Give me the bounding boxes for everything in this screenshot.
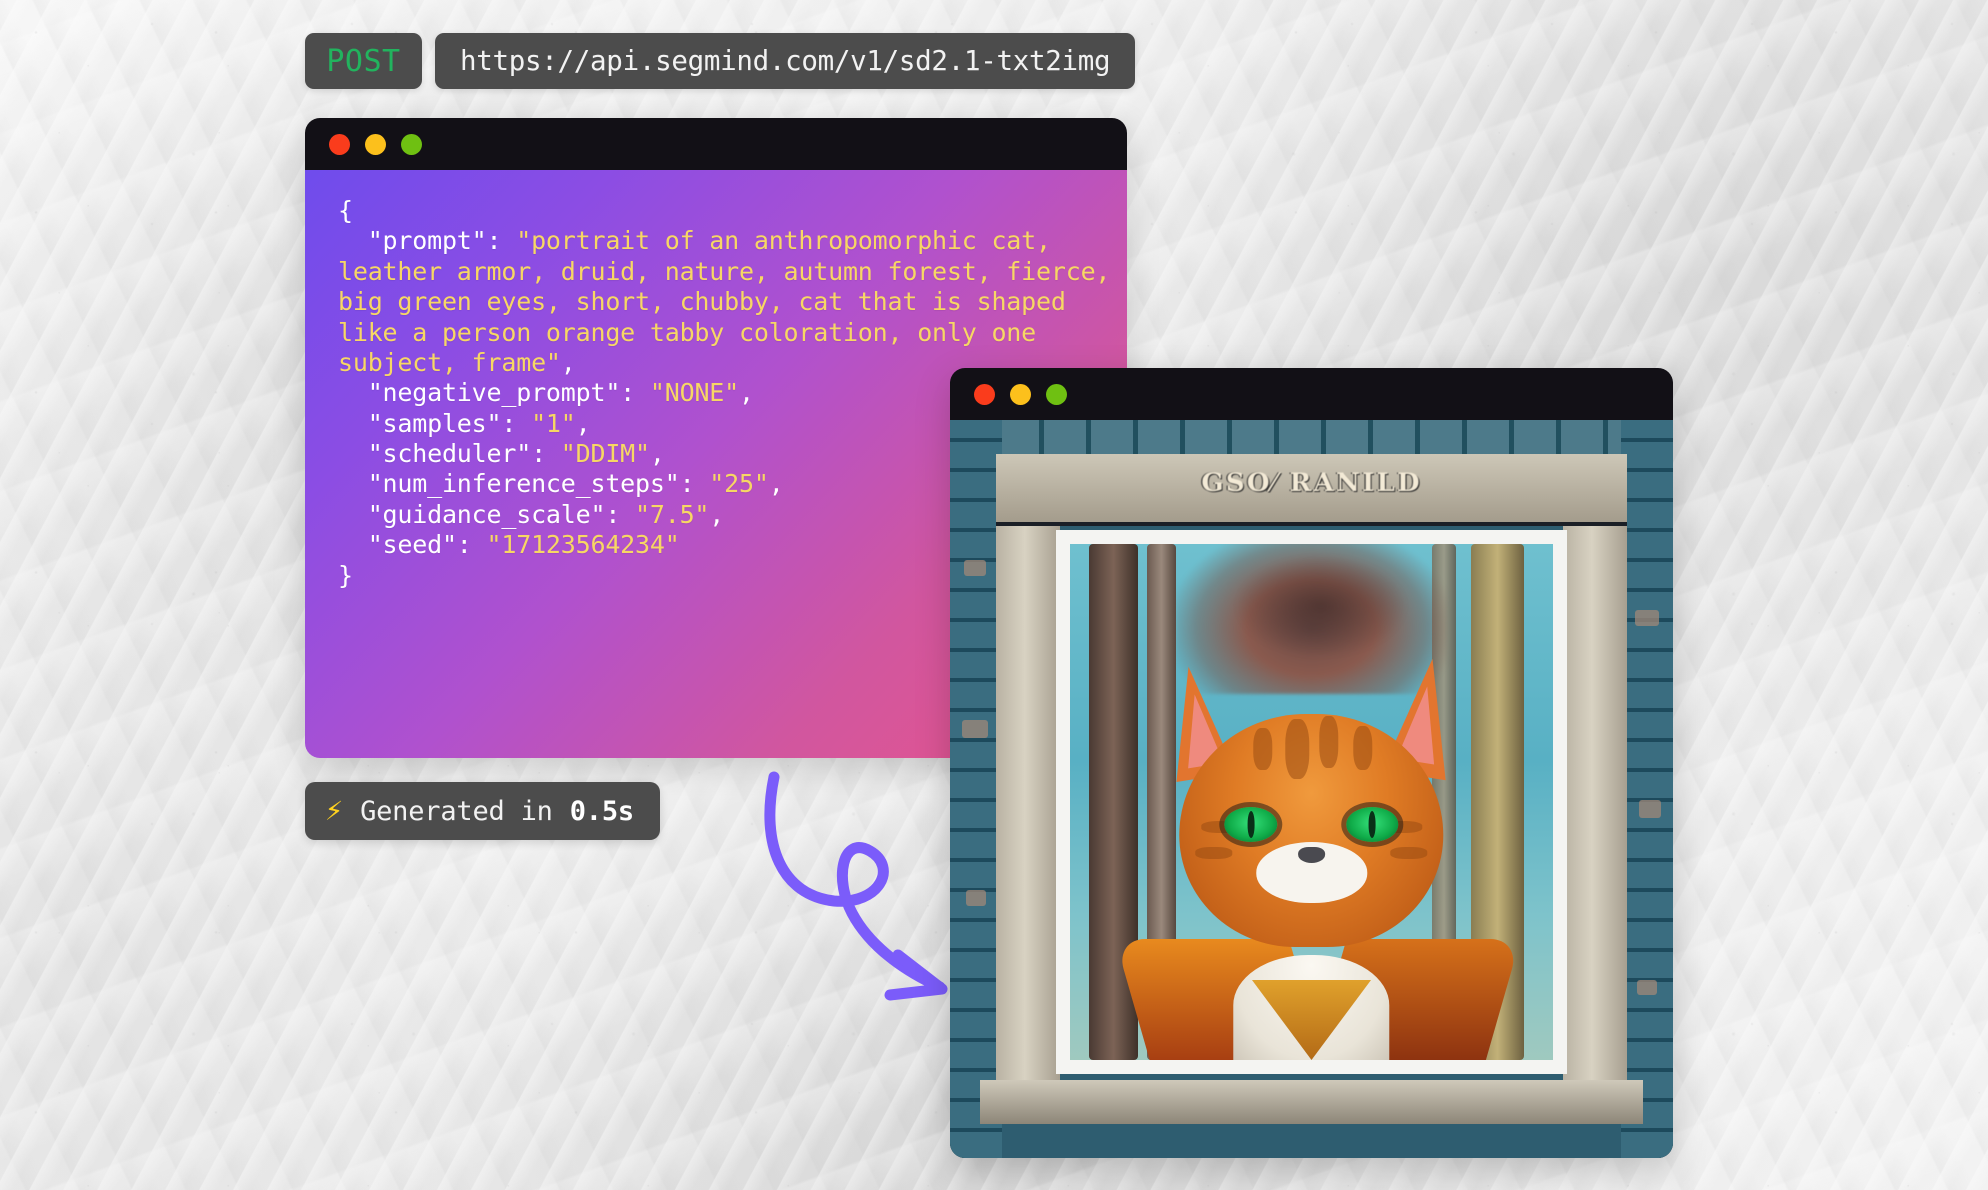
stone-speck (1637, 980, 1657, 995)
tabby-stripe (1195, 846, 1233, 859)
tabby-stripe (1319, 716, 1338, 768)
tabby-stripe (1353, 725, 1373, 770)
generation-time-value: 0.5s (569, 795, 634, 827)
api-request-bar: POST https://api.segmind.com/v1/sd2.1-tx… (305, 33, 1136, 89)
stone-speck (962, 720, 988, 738)
cat-head (1179, 713, 1444, 948)
cat-eye-right (1345, 807, 1399, 843)
cat-eye-left (1224, 807, 1278, 843)
frame-plaque-text: GSO⁄ RANILD (1201, 468, 1422, 497)
close-icon[interactable] (329, 133, 350, 155)
generated-image-window: GSO⁄ RANILD (950, 368, 1673, 1158)
endpoint-url-text: https://api.segmind.com/v1/sd2.1-txt2img (460, 45, 1111, 77)
frame-pillar-left (996, 460, 1060, 1118)
http-method-label: POST (326, 43, 401, 79)
maximize-icon[interactable] (1046, 383, 1067, 405)
frame-pillar-right (1563, 460, 1627, 1118)
cat-pupil (1368, 811, 1376, 839)
image-window-titlebar[interactable] (950, 368, 1673, 420)
generated-image[interactable]: GSO⁄ RANILD (950, 420, 1673, 1158)
maximize-icon[interactable] (401, 133, 422, 155)
close-icon[interactable] (974, 383, 995, 405)
stone-speck (966, 890, 986, 906)
tabby-stripe (1390, 846, 1428, 859)
tabby-stripe (1253, 727, 1272, 770)
frame-sill (980, 1080, 1643, 1124)
stone-border-left (950, 420, 1002, 1158)
autumn-canopy (1234, 554, 1409, 658)
stone-speck (1639, 800, 1661, 818)
cat-subject (1114, 653, 1521, 1060)
http-method-badge[interactable]: POST (305, 33, 422, 89)
painting-canvas (1070, 544, 1553, 1060)
cat-pupil (1247, 811, 1255, 839)
minimize-icon[interactable] (365, 133, 386, 155)
endpoint-url-field[interactable]: https://api.segmind.com/v1/sd2.1-txt2img (435, 33, 1136, 89)
painting-matte (1056, 530, 1567, 1074)
generation-time-badge: ⚡ Generated in 0.5s (305, 782, 660, 840)
minimize-icon[interactable] (1010, 383, 1031, 405)
lightning-bolt-icon: ⚡ (325, 793, 344, 828)
curved-flow-arrow-icon (764, 771, 948, 1001)
stone-speck (1635, 610, 1659, 626)
stone-border-right (1621, 420, 1673, 1158)
generation-time-label: Generated in (360, 795, 553, 827)
tabby-stripe (1285, 718, 1309, 780)
code-window-titlebar[interactable] (305, 118, 1127, 170)
stone-speck (964, 560, 986, 576)
